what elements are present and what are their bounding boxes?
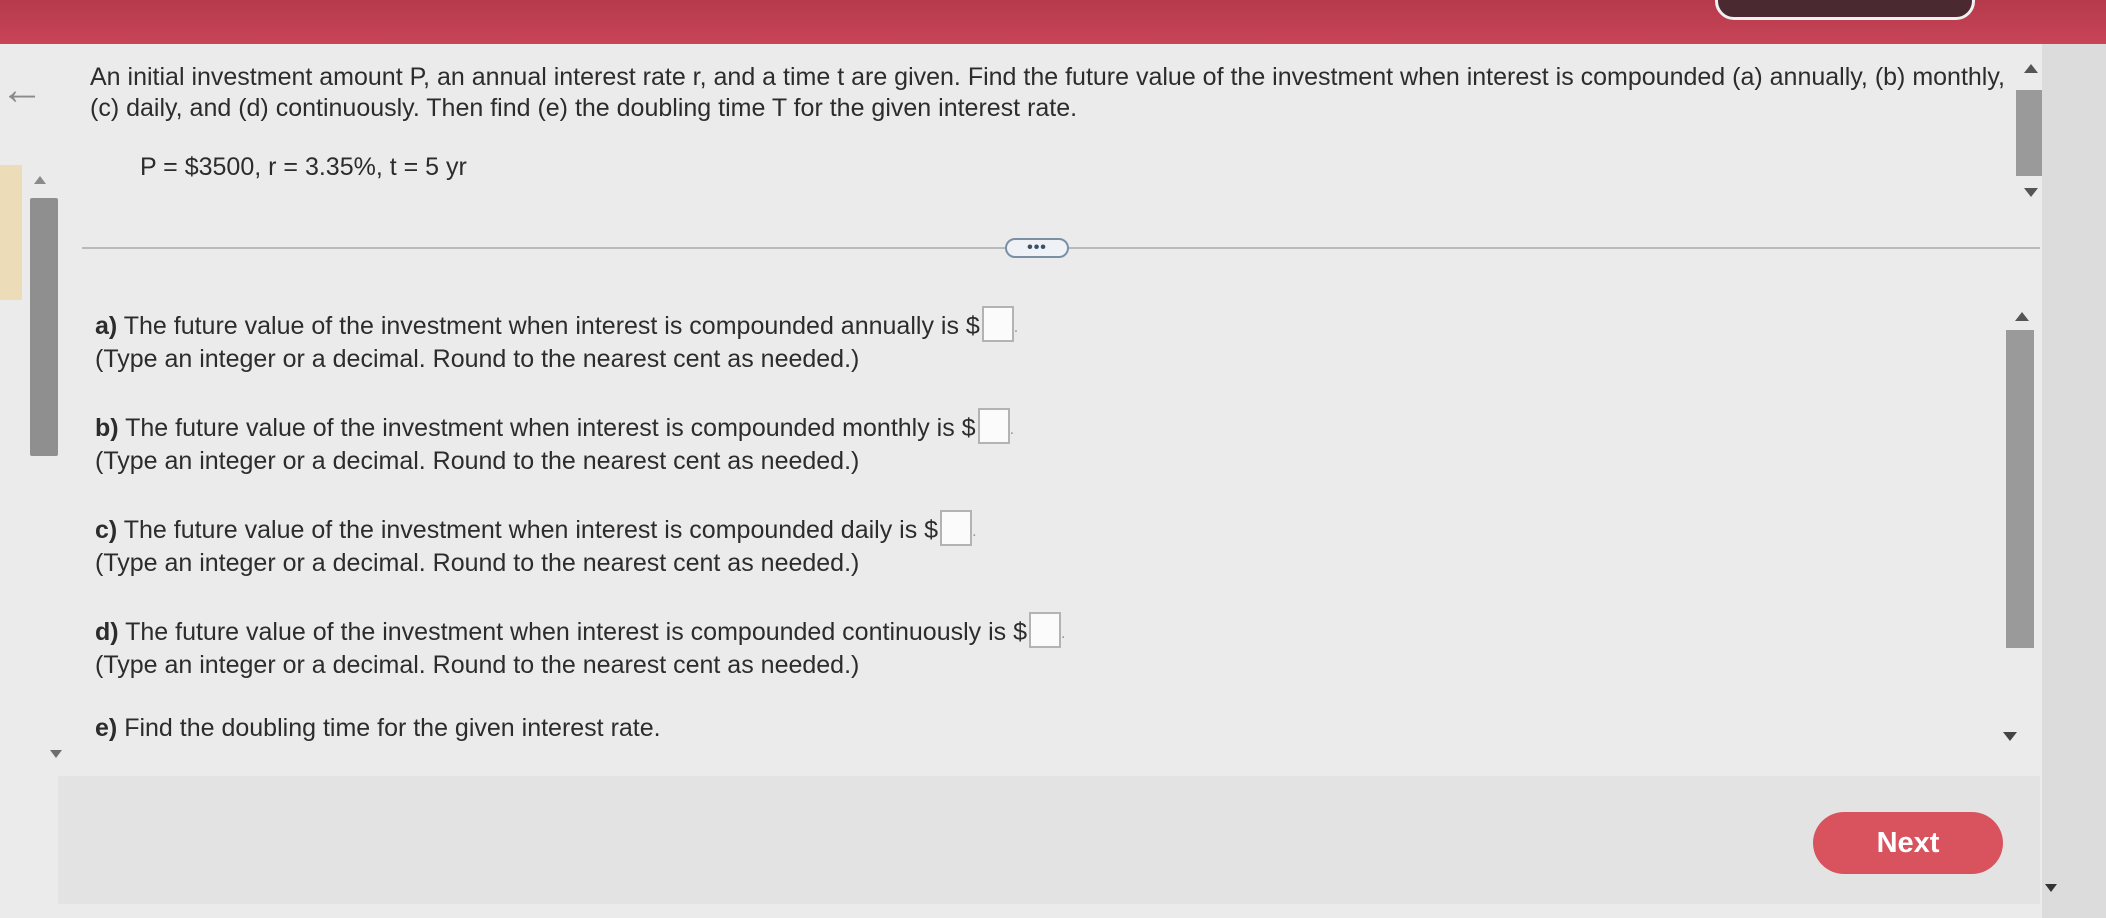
part-c-text: The future value of the investment when … bbox=[123, 516, 939, 544]
part-b-answer-input[interactable] bbox=[977, 408, 1010, 444]
next-button[interactable]: Next bbox=[1813, 812, 2003, 874]
answer-scroll-up-icon[interactable] bbox=[2015, 312, 2029, 321]
footer-area bbox=[58, 776, 2040, 904]
side-panel-tab bbox=[0, 165, 22, 300]
header-pill-button[interactable] bbox=[1715, 0, 1975, 20]
back-arrow-icon[interactable]: ← bbox=[0, 68, 44, 112]
header-bar bbox=[0, 0, 2106, 44]
part-b-label: b) bbox=[95, 414, 119, 442]
page-scroll-down-icon[interactable] bbox=[2045, 884, 2057, 892]
part-c-period: . bbox=[972, 523, 977, 540]
answer-scrollbar-thumb[interactable] bbox=[2006, 330, 2034, 648]
given-values: P = $3500, r = 3.35%, t = 5 yr bbox=[140, 153, 467, 181]
answer-part-b: b) The future value of the investment wh… bbox=[95, 408, 1295, 477]
part-b-text: The future value of the investment when … bbox=[125, 414, 976, 442]
page-scrollbar-track[interactable] bbox=[2042, 44, 2106, 918]
left-scroll-up-icon[interactable] bbox=[34, 176, 46, 184]
answer-part-c: c) The future value of the investment wh… bbox=[95, 510, 1295, 579]
part-d-answer-input[interactable] bbox=[1029, 612, 1062, 648]
part-a-answer-input[interactable] bbox=[981, 306, 1014, 342]
left-scrollbar-thumb[interactable] bbox=[30, 198, 58, 456]
left-scroll-down-icon[interactable] bbox=[50, 750, 62, 758]
app-window: ← An initial investment amount P, an ann… bbox=[0, 0, 2106, 918]
part-c-answer-input[interactable] bbox=[940, 510, 973, 546]
question-text: An initial investment amount P, an annua… bbox=[90, 63, 2005, 122]
answer-part-e: e) Find the doubling time for the given … bbox=[95, 710, 1295, 746]
part-a-text: The future value of the investment when … bbox=[123, 312, 980, 340]
part-d-hint: (Type an integer or a decimal. Round to … bbox=[95, 651, 860, 679]
part-b-hint: (Type an integer or a decimal. Round to … bbox=[95, 447, 860, 475]
part-d-period: . bbox=[1061, 625, 1066, 642]
part-a-period: . bbox=[1013, 319, 1019, 336]
part-c-label: c) bbox=[95, 516, 118, 544]
question-scroll-up-icon[interactable] bbox=[2024, 64, 2038, 73]
part-e-label: e) bbox=[95, 714, 118, 742]
question-scroll-down-icon[interactable] bbox=[2024, 188, 2038, 197]
answer-part-d: d) The future value of the investment wh… bbox=[95, 612, 1295, 681]
question-scrollbar-thumb[interactable] bbox=[2016, 90, 2044, 176]
part-c-hint: (Type an integer or a decimal. Round to … bbox=[95, 549, 860, 577]
part-a-label: a) bbox=[95, 312, 118, 340]
part-b-period: . bbox=[1009, 421, 1015, 438]
part-e-text: Find the doubling time for the given int… bbox=[124, 714, 661, 742]
answer-scroll-down-icon[interactable] bbox=[2003, 732, 2017, 741]
answer-part-a: a) The future value of the investment wh… bbox=[95, 306, 1295, 375]
expand-more-button[interactable]: ••• bbox=[1005, 238, 1069, 258]
part-a-hint: (Type an integer or a decimal. Round to … bbox=[95, 345, 860, 373]
part-d-label: d) bbox=[95, 618, 119, 646]
part-d-text: The future value of the investment when … bbox=[125, 618, 1028, 646]
